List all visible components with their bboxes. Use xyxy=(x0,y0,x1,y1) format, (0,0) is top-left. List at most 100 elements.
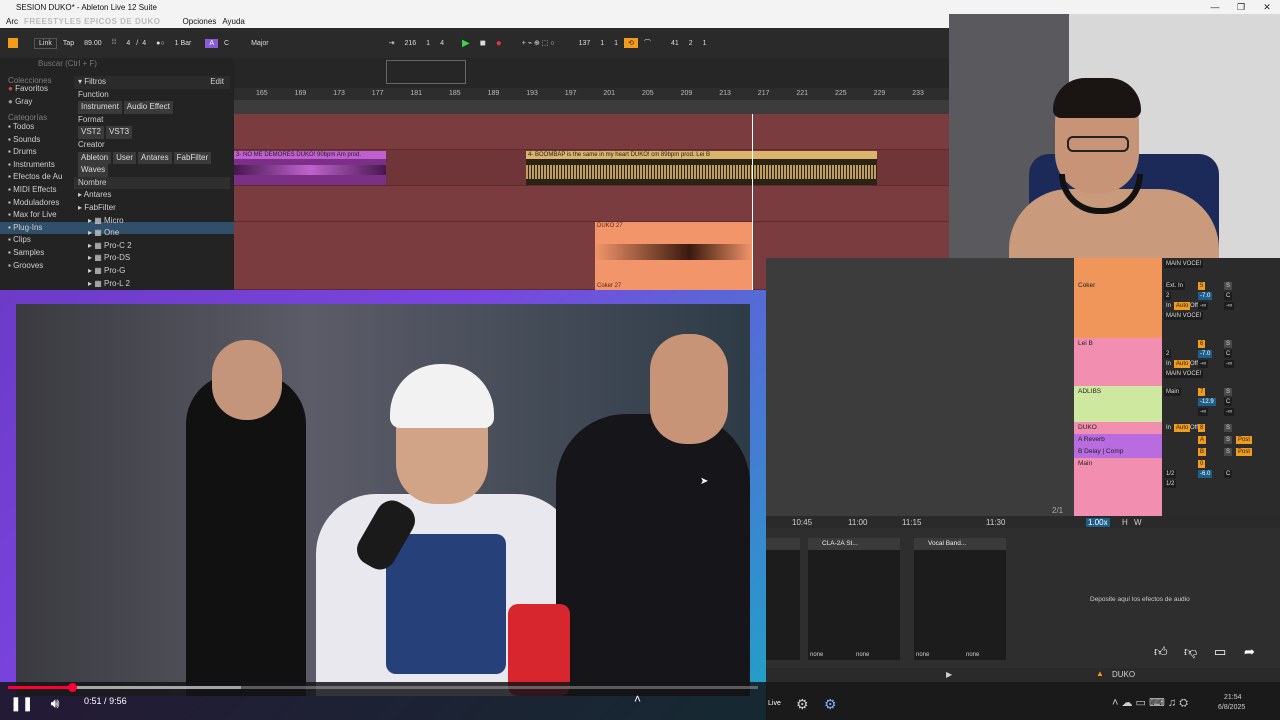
track-activator[interactable]: B xyxy=(1198,448,1207,456)
record-icon[interactable]: ● xyxy=(492,37,506,50)
clock-date[interactable]: 6/8/2025 xyxy=(1218,704,1245,711)
play-small-icon[interactable]: ▶ xyxy=(946,670,952,679)
tree-item[interactable]: ▸ ▦ Pro-L 2 xyxy=(74,278,230,291)
playhead[interactable] xyxy=(752,114,753,290)
device-none-right[interactable]: none xyxy=(856,652,869,658)
w-toggle[interactable]: W xyxy=(1134,518,1142,527)
mixer-track-name[interactable]: A Reverb xyxy=(1074,434,1162,446)
menu-opciones[interactable]: Opciones xyxy=(183,17,217,26)
menu-ayuda[interactable]: Ayuda xyxy=(222,17,245,26)
track-activator[interactable]: 5 xyxy=(1198,282,1206,290)
tree-item[interactable]: ▸ FabFilter xyxy=(74,202,230,215)
device-none-left[interactable]: none xyxy=(916,652,929,658)
tempo-field[interactable]: 89.00 xyxy=(80,39,106,48)
input-select[interactable]: Main xyxy=(1164,388,1182,396)
tree-item[interactable]: ▸ Antares xyxy=(74,189,230,202)
metronome-icon[interactable]: ⦙⦙⦙ xyxy=(108,38,121,48)
app-icon-2[interactable]: ⚙ xyxy=(824,696,837,713)
track-lane-3[interactable] xyxy=(234,186,950,222)
tree-item[interactable]: ▸ ▦ Pro-G xyxy=(74,265,230,278)
audio-clip-boombap[interactable]: 4- BOOMBAP is the same in my heart DUKO!… xyxy=(526,151,877,185)
key-select[interactable]: C xyxy=(220,39,233,48)
tag-user[interactable]: User xyxy=(113,151,137,165)
menu-archivo[interactable]: Arc xyxy=(6,17,18,26)
pan-field[interactable]: C xyxy=(1224,292,1233,300)
h-toggle[interactable]: H xyxy=(1122,518,1128,527)
volume-field[interactable]: -7.0 xyxy=(1198,350,1213,358)
mixer-track-name[interactable] xyxy=(1074,258,1162,280)
tag-fabfilter[interactable]: FabFilter xyxy=(173,151,212,165)
track-activator[interactable]: 7 xyxy=(1198,388,1206,396)
record-mode-icon[interactable]: ●○ xyxy=(152,39,168,48)
tree-item[interactable]: ▸ ▦ One xyxy=(74,227,230,240)
send-b[interactable]: -∞ xyxy=(1224,360,1235,368)
solo-button[interactable]: S xyxy=(1224,282,1233,290)
pan-field[interactable]: C xyxy=(1224,398,1233,406)
send-b[interactable]: -∞ xyxy=(1224,408,1235,416)
minimize-button[interactable]: — xyxy=(1202,0,1228,14)
tree-item[interactable]: ▸ ▦ Pro-DS xyxy=(74,252,230,265)
tag-audio-effect[interactable]: Audio Effect xyxy=(123,101,173,114)
loop-start-bar[interactable]: 137 xyxy=(575,39,595,48)
mixer-track-row[interactable]: ADLIBS Main 7 S -12.9 C -∞ -∞ xyxy=(1074,386,1280,422)
quantize-select[interactable]: 1 Bar xyxy=(171,39,196,48)
volume-field[interactable]: -12.9 xyxy=(1198,398,1216,406)
mixer-track-row[interactable]: A Reverb A S Post xyxy=(1074,434,1280,446)
mixer-track-name[interactable]: Main xyxy=(1074,458,1162,516)
tag-waves[interactable]: Waves xyxy=(78,164,109,177)
send-b[interactable]: -∞ xyxy=(1224,302,1235,310)
output-select[interactable]: MAIN VOCE! xyxy=(1164,312,1204,320)
tap-button[interactable]: Tap xyxy=(59,39,78,48)
audio-clip-no-me-demores[interactable]: 3- NO ME DEMORES DUKO! 90bpm Am prod. xyxy=(234,151,386,185)
post-button[interactable]: Post xyxy=(1236,448,1253,456)
live-app-label[interactable]: Live xyxy=(768,700,781,707)
mixer-track-row[interactable]: Lei B 2 6 S -7.0 C MAIN VOCE! In Auto Off -∞ -∞ xyxy=(1074,338,1280,386)
close-button[interactable]: ✕ xyxy=(1254,0,1280,14)
loop-start-beat[interactable]: 1 xyxy=(596,39,608,48)
video-frame[interactable]: ➤ xyxy=(16,304,750,696)
tag-antares[interactable]: Antares xyxy=(138,151,172,165)
input-select[interactable]: Ext. In xyxy=(1164,282,1186,290)
monitor-in[interactable]: In xyxy=(1164,302,1173,310)
progress-bar[interactable] xyxy=(8,683,758,692)
loop-length-sixteenth[interactable]: 1 xyxy=(699,39,711,48)
track-activator[interactable]: 6 xyxy=(1198,340,1206,348)
monitor-in[interactable]: In xyxy=(1164,424,1173,432)
mixer-track-row[interactable]: Main 1/2 0 -6.0 C 1/2 xyxy=(1074,458,1280,516)
edit-button[interactable]: Edit xyxy=(210,76,224,89)
device-none-right[interactable]: none xyxy=(966,652,979,658)
position-bar[interactable]: 216 xyxy=(400,39,420,48)
mixer-track-name[interactable]: ADLIBS xyxy=(1074,386,1162,422)
track-activator[interactable]: A xyxy=(1198,436,1207,444)
link-button[interactable]: Link xyxy=(34,37,57,49)
play-icon[interactable]: ▶ xyxy=(458,37,474,50)
mixer-track-row[interactable]: DUKO 8 S In Auto Off xyxy=(1074,422,1280,434)
dislike-icon[interactable]: 👎︎ xyxy=(1184,644,1197,660)
solo-button[interactable]: S xyxy=(1224,448,1233,456)
input-select[interactable]: MAIN VOCE! xyxy=(1164,260,1204,268)
beat-ruler[interactable]: 165 169 173 177 181 185 189 193 197 201 205 209 213 2… xyxy=(234,88,950,100)
channel-select-2[interactable]: 1/2 xyxy=(1164,480,1177,488)
audio-clip-duko-27[interactable]: DUKO 27 xyxy=(595,222,752,282)
function-label[interactable]: Function xyxy=(74,89,230,102)
view-toggle-icon[interactable] xyxy=(8,38,18,48)
track-activator[interactable]: 0 xyxy=(1198,460,1206,468)
solo-button[interactable]: S xyxy=(1224,436,1233,444)
tag-ableton[interactable]: Ableton xyxy=(78,151,112,165)
monitor-in[interactable]: In xyxy=(1164,360,1173,368)
zoom-field[interactable]: 1.00x xyxy=(1086,518,1110,527)
channel-select[interactable]: 2 xyxy=(1164,350,1172,358)
solo-button[interactable]: S xyxy=(1224,424,1233,432)
tag-vst3[interactable]: VST3 xyxy=(106,126,133,139)
mixer-track-name[interactable]: DUKO xyxy=(1074,422,1162,434)
clock-time[interactable]: 21:54 xyxy=(1224,694,1242,701)
send-a[interactable]: -∞ xyxy=(1198,360,1209,368)
device-cla2a[interactable]: CLA-2A St... none none xyxy=(808,538,900,660)
like-icon[interactable]: 👍︎ xyxy=(1154,644,1168,660)
device-placeholder[interactable] xyxy=(766,538,800,660)
position-sixteenth[interactable]: 4 xyxy=(436,39,448,48)
tray-icons[interactable]: ˄ ☁ ▭ ⌨ ♫ ⛭ xyxy=(1112,696,1188,710)
app-icon-1[interactable]: ⚙ xyxy=(796,696,809,713)
channel-select[interactable]: 2 xyxy=(1164,292,1172,300)
tree-item[interactable]: ▸ ▦ Micro xyxy=(74,215,230,228)
